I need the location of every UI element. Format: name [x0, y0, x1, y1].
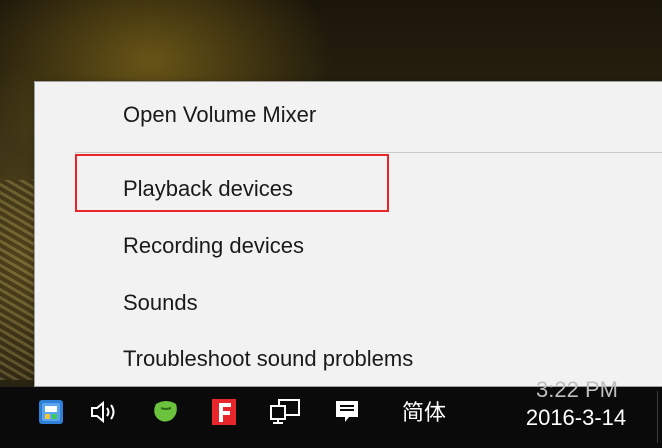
menu-item-playback-devices[interactable]: Playback devices [35, 170, 662, 208]
menu-item-label: Open Volume Mixer [123, 102, 317, 127]
volume-icon[interactable] [88, 397, 122, 427]
action-center-icon[interactable] [332, 397, 362, 427]
clock-date[interactable]: 2016-3-14 [496, 405, 656, 431]
menu-item-label: Sounds [123, 290, 198, 315]
menu-item-label: Troubleshoot sound problems [123, 346, 414, 371]
menu-item-label: Recording devices [123, 233, 304, 258]
menu-item-recording-devices[interactable]: Recording devices [35, 227, 662, 265]
network-icon[interactable] [268, 397, 302, 427]
clock-time[interactable]: 3:22 PM [502, 373, 652, 397]
ime-language-label[interactable]: 简体 [402, 395, 446, 427]
taskbar: 简体 3:22 PM 2016-3-14 [0, 377, 662, 448]
menu-separator [75, 152, 662, 153]
input-method-icon[interactable] [36, 397, 66, 427]
menu-item-sounds[interactable]: Sounds [35, 284, 662, 322]
green-app-icon[interactable] [150, 397, 182, 427]
menu-item-label: Playback devices [123, 176, 293, 201]
menu-item-open-volume-mixer[interactable]: Open Volume Mixer [35, 96, 662, 134]
red-f-app-icon[interactable] [210, 397, 238, 427]
volume-context-menu: Open Volume Mixer Playback devices Recor… [34, 81, 662, 387]
taskbar-divider [657, 391, 658, 443]
